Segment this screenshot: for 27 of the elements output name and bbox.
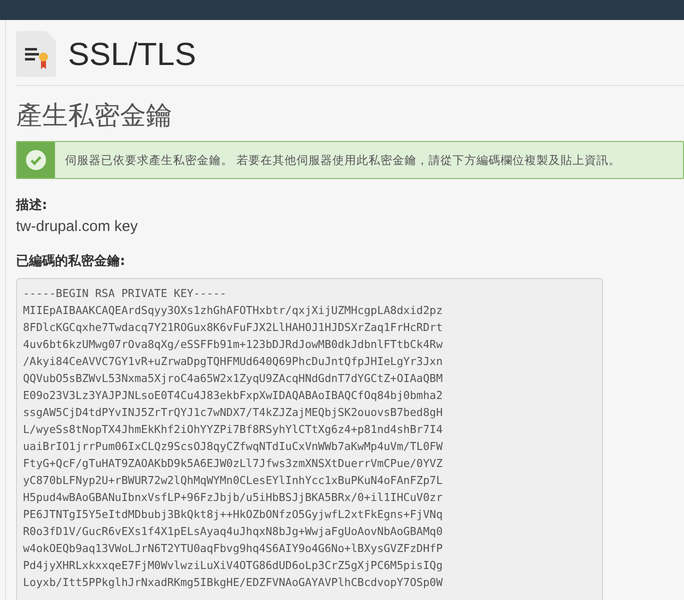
key-line: Loyxb/Itt5PPkglhJrNxadRKmg5IBkgHE/EDZFVNAoGAYAVPlhCBcdvopY7OSp0W — [23, 575, 443, 591]
key-line: QQVubO5sBZWvL53Nxma5XjroC4a65W2x1ZyqU9ZAcqHNdGdnT7dYGCtZ+OIAaQBM — [23, 371, 443, 387]
section-heading: 產生私密金鑰 — [16, 100, 173, 133]
key-line: 8FDlcKGCqxhe7Twdacq7Y21ROGux8K6vFuFJX2LlHAHOJ1HJDSXrZaq1FrHcRDrt — [23, 320, 443, 336]
description-label: 描述: — [16, 197, 48, 214]
key-line: L/wyeSs8tNopTX4JhmEkKhf2iOhYYZPi7Bf8RSyhYlCTtXg6z4+p81nd4shBr7I4 — [23, 422, 443, 438]
key-line: FtyG+QcF/gTuHAT9ZAOAKbD9k5A6EJW0zLl7Jfws3zmXNSXtDuerrVmCPue/0YVZ — [23, 456, 443, 472]
description-value: tw-drupal.com key — [16, 218, 139, 235]
key-line: /Akyi84CeAVVC7GY1vR+uZrwaDpgTQHFMUd640Q69PhcDuJntQfpJHIeLgYr3Jxn — [23, 354, 443, 370]
key-line: -----BEGIN RSA PRIVATE KEY----- — [23, 286, 226, 302]
key-line: H5pud4wBAoGBANuIbnxVsfLP+96FzJbjb/u5iHbBSJjBKA5BRx/0+il1IHCuV0zr — [23, 490, 443, 506]
page-title: SSL/TLS — [68, 36, 196, 72]
encoded-key-label: 已編碼的私密金鑰: — [16, 252, 126, 270]
key-line: 4uv6bt6kzUMwg07rOva8qXg/eSSFFb91m+123bDJRdJowMB0dkJdbnlFTtbCk4Rw — [23, 337, 443, 353]
key-line: E09o23V3Lz3YAJPJNLsoE0T4Cu4J83ekbFxpXwIDAQABAoIBAQCfOq84bj0bmha2 — [23, 388, 443, 404]
key-line: ssgAW5CjD4tdPYvINJ5ZrTrQYJ1c7wNDX7/T4kZJZajMEQbjSK2ouovsB7bed8gH — [23, 405, 443, 421]
key-line: R0o3fD1V/GucR6vEXs1f4X1pELsAyaq4uJhqxN8bJg+WwjaFgUoAovNbAoGBAMq0 — [23, 524, 443, 540]
key-line: PE6JTNTgI5Y5eItdMDbubj3BkQkt8j++HkOZbONfzO5GyjwfL2xtFkEgns+FjVNq — [23, 507, 443, 523]
alert-message: 伺服器已依要求產生私密金鑰。 若要在其他伺服器使用此私密金鑰，請從下方編碼欄位複製及貼上資訊。 — [64, 152, 621, 168]
check-icon — [26, 150, 46, 170]
key-line: uaiBrIO1jrrPum06IxCLQz9ScsOJ8qyCZfwqNTdIuCxVnWWb7aKwMp4uVm/TL0FW — [23, 439, 443, 455]
key-line: Pd4jyXHRLxkxxqeE7FjM0WvlwziLuXiV4OTG86dUD6oLp3CrZ5gXjPC6M5pisIQg — [23, 558, 443, 574]
key-line: w4okOEQb9aq13VWoLJrN6T2YTU0aqFbvg9hq4S6AIY9o4G6No+lBXysGVZFzDHfP — [23, 541, 443, 557]
key-line: yC870bLFNyp2U+rBWUR72w2lQhMqWYMn0CLesEYlInhYcc1xBuPKuN4oFAnFZp7L — [23, 473, 443, 489]
key-textarea[interactable] — [16, 278, 603, 600]
certificate-icon — [16, 31, 56, 77]
key-line: MIIEpAIBAAKCAQEArdSqyy3OXs1zhGhAFOTHxbtr/qxjXijUZMHcgpLA8dxid2pz — [23, 303, 443, 319]
